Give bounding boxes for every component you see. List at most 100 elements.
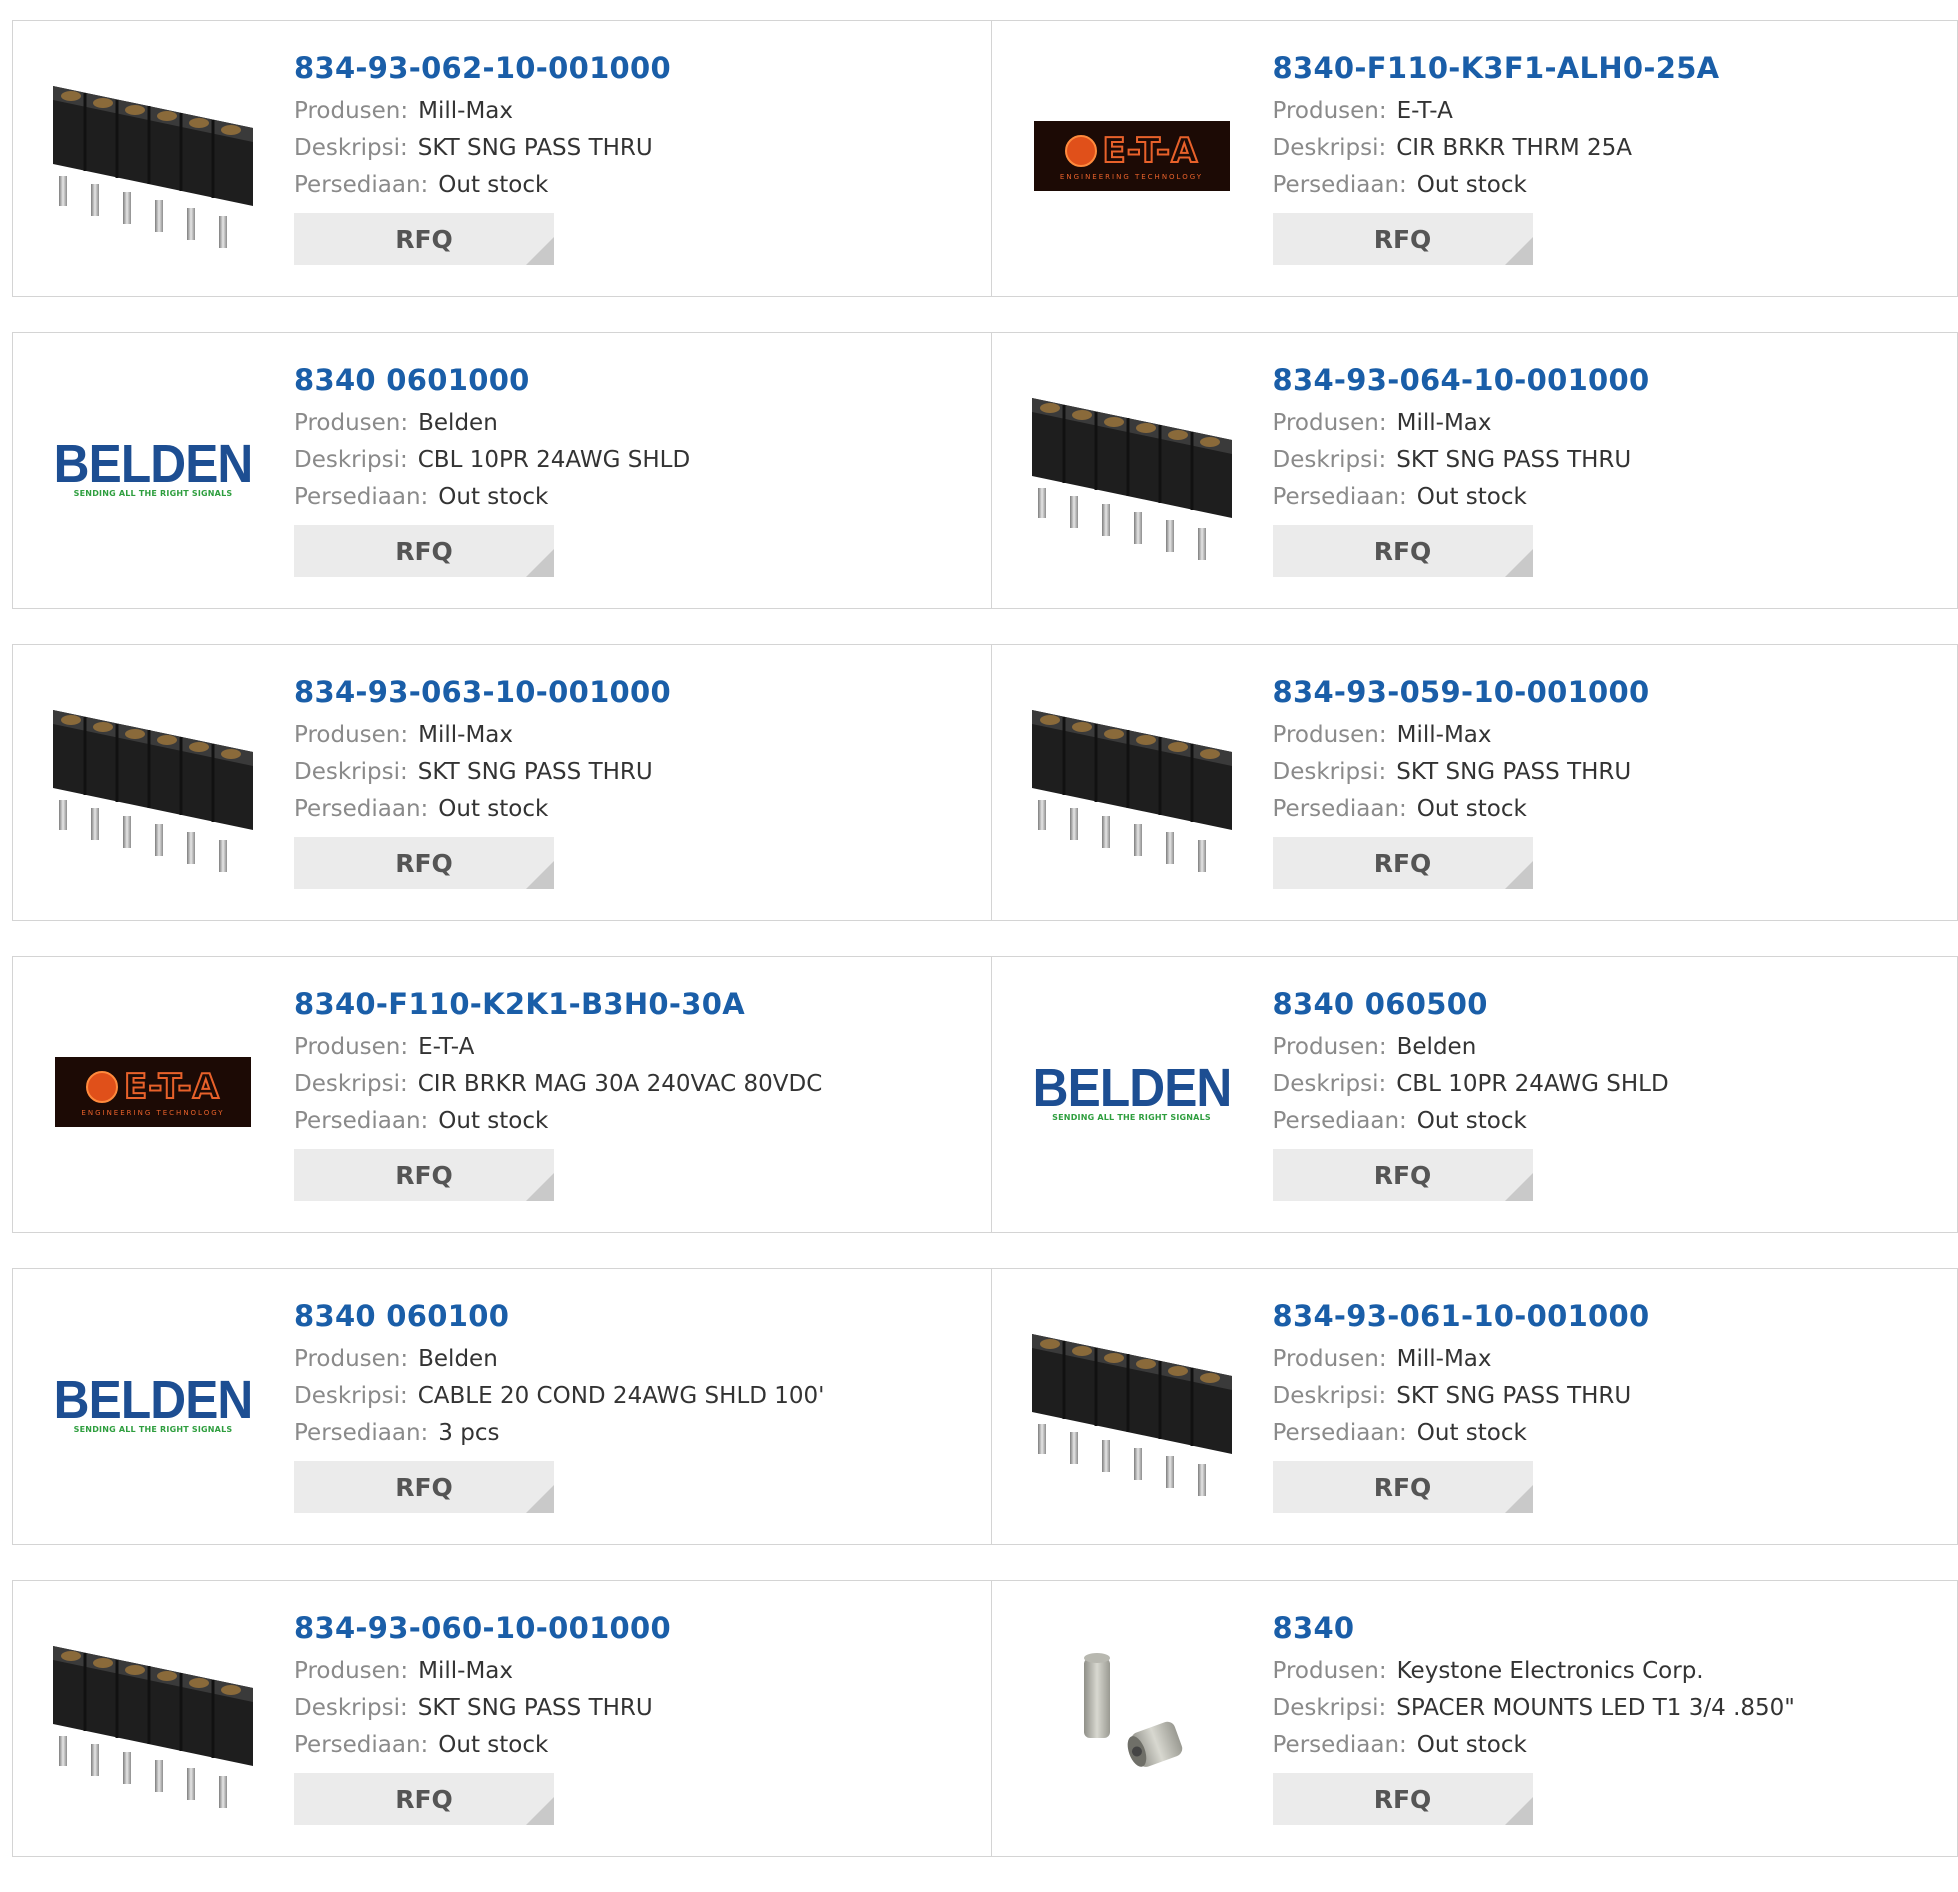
part-number-link[interactable]: 834-93-061-10-001000: [1273, 1297, 1650, 1335]
manufacturer-label: Produsen:: [294, 722, 408, 748]
product-thumbnail[interactable]: [1032, 368, 1232, 568]
part-number-link[interactable]: 8340: [1273, 1609, 1795, 1647]
eta-logo[interactable]: E-T-AENGINEERING TECHNOLOGY: [1034, 121, 1230, 191]
description-line: Deskripsi:CIR BRKR MAG 30A 240VAC 80VDC: [294, 1066, 822, 1103]
eta-swirl-icon: [1065, 135, 1097, 167]
rfq-button[interactable]: RFQ: [294, 1149, 554, 1201]
rfq-corner-decoration: [526, 861, 554, 889]
description-label: Deskripsi:: [1273, 135, 1387, 161]
manufacturer-value: Mill-Max: [1397, 1346, 1492, 1372]
part-number-link[interactable]: 834-93-062-10-001000: [294, 49, 671, 87]
manufacturer-label: Produsen:: [1273, 1658, 1387, 1684]
product-thumbnail[interactable]: E-T-AENGINEERING TECHNOLOGY: [1032, 56, 1232, 256]
manufacturer-label: Produsen:: [1273, 1346, 1387, 1372]
rfq-button[interactable]: RFQ: [1273, 1461, 1533, 1513]
product-thumbnail[interactable]: [1032, 1304, 1232, 1504]
part-number-link[interactable]: 8340-F110-K3F1-ALH0-25A: [1273, 49, 1720, 87]
description-label: Deskripsi:: [294, 1695, 408, 1721]
socket-header-image[interactable]: [1032, 1304, 1232, 1504]
description-label: Deskripsi:: [1273, 447, 1387, 473]
belden-logo[interactable]: BELDENSENDING ALL THE RIGHT SIGNALS: [45, 439, 261, 498]
stock-line: Persediaan:Out stock: [1273, 1727, 1795, 1764]
part-number-link[interactable]: 834-93-063-10-001000: [294, 673, 671, 711]
product-info: 834-93-064-10-001000 Produsen: Mill-Max Des…: [1273, 361, 1650, 577]
part-number-link[interactable]: 8340 0601000: [294, 361, 690, 399]
belden-logo[interactable]: BELDENSENDING ALL THE RIGHT SIGNALS: [1024, 1063, 1240, 1122]
manufacturer-value: Mill-Max: [418, 98, 513, 124]
part-number-link[interactable]: 8340-F110-K2K1-B3H0-30A: [294, 985, 822, 1023]
description-line: Deskripsi:SKT SNG PASS THRU: [294, 754, 671, 791]
socket-header-image[interactable]: [1032, 680, 1232, 880]
product-info: 8340 060100 Produsen: Belden Deskripsi:CABL…: [294, 1297, 825, 1513]
rfq-button[interactable]: RFQ: [294, 213, 554, 265]
product-thumbnail[interactable]: [53, 1616, 253, 1816]
stock-value: Out stock: [438, 1732, 548, 1758]
manufacturer-line: Produsen: Mill-Max: [294, 93, 671, 130]
part-number-link[interactable]: 834-93-060-10-001000: [294, 1609, 671, 1647]
manufacturer-label: Produsen:: [1273, 1034, 1387, 1060]
manufacturer-line: Produsen:E-T-A: [294, 1029, 822, 1066]
manufacturer-value: Mill-Max: [1397, 410, 1492, 436]
description-value: CIR BRKR MAG 30A 240VAC 80VDC: [418, 1071, 823, 1097]
socket-header-image[interactable]: [1032, 368, 1232, 568]
eta-logo[interactable]: E-T-AENGINEERING TECHNOLOGY: [55, 1057, 251, 1127]
rfq-button[interactable]: RFQ: [294, 837, 554, 889]
stock-value: Out stock: [438, 172, 548, 198]
manufacturer-label: Produsen:: [1273, 410, 1387, 436]
rfq-button[interactable]: RFQ: [294, 1461, 554, 1513]
rfq-button[interactable]: RFQ: [1273, 1149, 1533, 1201]
description-line: Deskripsi:CBL 10PR 24AWG SHLD: [294, 442, 690, 479]
socket-header-image[interactable]: [53, 56, 253, 256]
rfq-button[interactable]: RFQ: [294, 1773, 554, 1825]
part-number-link[interactable]: 8340 060500: [1273, 985, 1669, 1023]
part-number-link[interactable]: 8340 060100: [294, 1297, 825, 1335]
rfq-button-label: RFQ: [1374, 1473, 1432, 1502]
description-value: SKT SNG PASS THRU: [418, 759, 653, 785]
manufacturer-label: Produsen:: [294, 1346, 408, 1372]
manufacturer-line: Produsen: Belden: [1273, 1029, 1669, 1066]
product-thumbnail[interactable]: BELDENSENDING ALL THE RIGHT SIGNALS: [1032, 992, 1232, 1192]
stock-label: Persediaan:: [294, 796, 428, 822]
product-thumbnail[interactable]: BELDENSENDING ALL THE RIGHT SIGNALS: [53, 368, 253, 568]
rfq-button[interactable]: RFQ: [1273, 213, 1533, 265]
rfq-button[interactable]: RFQ: [1273, 1773, 1533, 1825]
description-line: Deskripsi:CBL 10PR 24AWG SHLD: [1273, 1066, 1669, 1103]
rfq-button[interactable]: RFQ: [1273, 525, 1533, 577]
manufacturer-line: Produsen:E-T-A: [1273, 93, 1720, 130]
spacer-image[interactable]: [1032, 1616, 1232, 1816]
rfq-corner-decoration: [526, 1797, 554, 1825]
product-card: 834-93-063-10-001000Produsen:Mill-MaxDes…: [12, 644, 992, 921]
rfq-button[interactable]: RFQ: [1273, 837, 1533, 889]
product-thumbnail[interactable]: [1032, 1616, 1232, 1816]
product-thumbnail[interactable]: [53, 56, 253, 256]
manufacturer-value: Belden: [418, 1346, 498, 1372]
stock-value: 3 pcs: [438, 1420, 499, 1446]
product-card: 834-93-060-10-001000Produsen:Mill-MaxDes…: [12, 1580, 992, 1857]
manufacturer-value: Mill-Max: [418, 1658, 513, 1684]
stock-line: Persediaan:Out stock: [294, 1727, 671, 1764]
stock-line: Persediaan:Out stock: [1273, 791, 1650, 828]
part-number-link[interactable]: 834-93-064-10-001000: [1273, 361, 1650, 399]
product-card: 834-93-062-10-001000Produsen:Mill-MaxDes…: [12, 20, 992, 297]
stock-value: Out stock: [438, 796, 548, 822]
rfq-button-label: RFQ: [1374, 1785, 1432, 1814]
manufacturer-label: Produsen:: [294, 98, 408, 124]
description-line: Deskripsi:CABLE 20 COND 24AWG SHLD 100': [294, 1378, 825, 1415]
belden-logo[interactable]: BELDENSENDING ALL THE RIGHT SIGNALS: [45, 1375, 261, 1434]
product-thumbnail[interactable]: [53, 680, 253, 880]
product-thumbnail[interactable]: E-T-AENGINEERING TECHNOLOGY: [53, 992, 253, 1192]
stock-label: Persediaan:: [1273, 1420, 1407, 1446]
rfq-corner-decoration: [1505, 1173, 1533, 1201]
stock-value: Out stock: [1417, 172, 1527, 198]
part-number-link[interactable]: 834-93-059-10-001000: [1273, 673, 1650, 711]
rfq-corner-decoration: [526, 1485, 554, 1513]
manufacturer-value: Belden: [1397, 1034, 1477, 1060]
socket-header-image[interactable]: [53, 680, 253, 880]
product-thumbnail[interactable]: [1032, 680, 1232, 880]
rfq-button-label: RFQ: [1374, 1161, 1432, 1190]
product-thumbnail[interactable]: BELDENSENDING ALL THE RIGHT SIGNALS: [53, 1304, 253, 1504]
product-info: 8340-F110-K2K1-B3H0-30A Produsen:E-T-ADes…: [294, 985, 822, 1201]
socket-header-image[interactable]: [53, 1616, 253, 1816]
rfq-button[interactable]: RFQ: [294, 525, 554, 577]
manufacturer-label: Produsen:: [294, 1034, 408, 1060]
